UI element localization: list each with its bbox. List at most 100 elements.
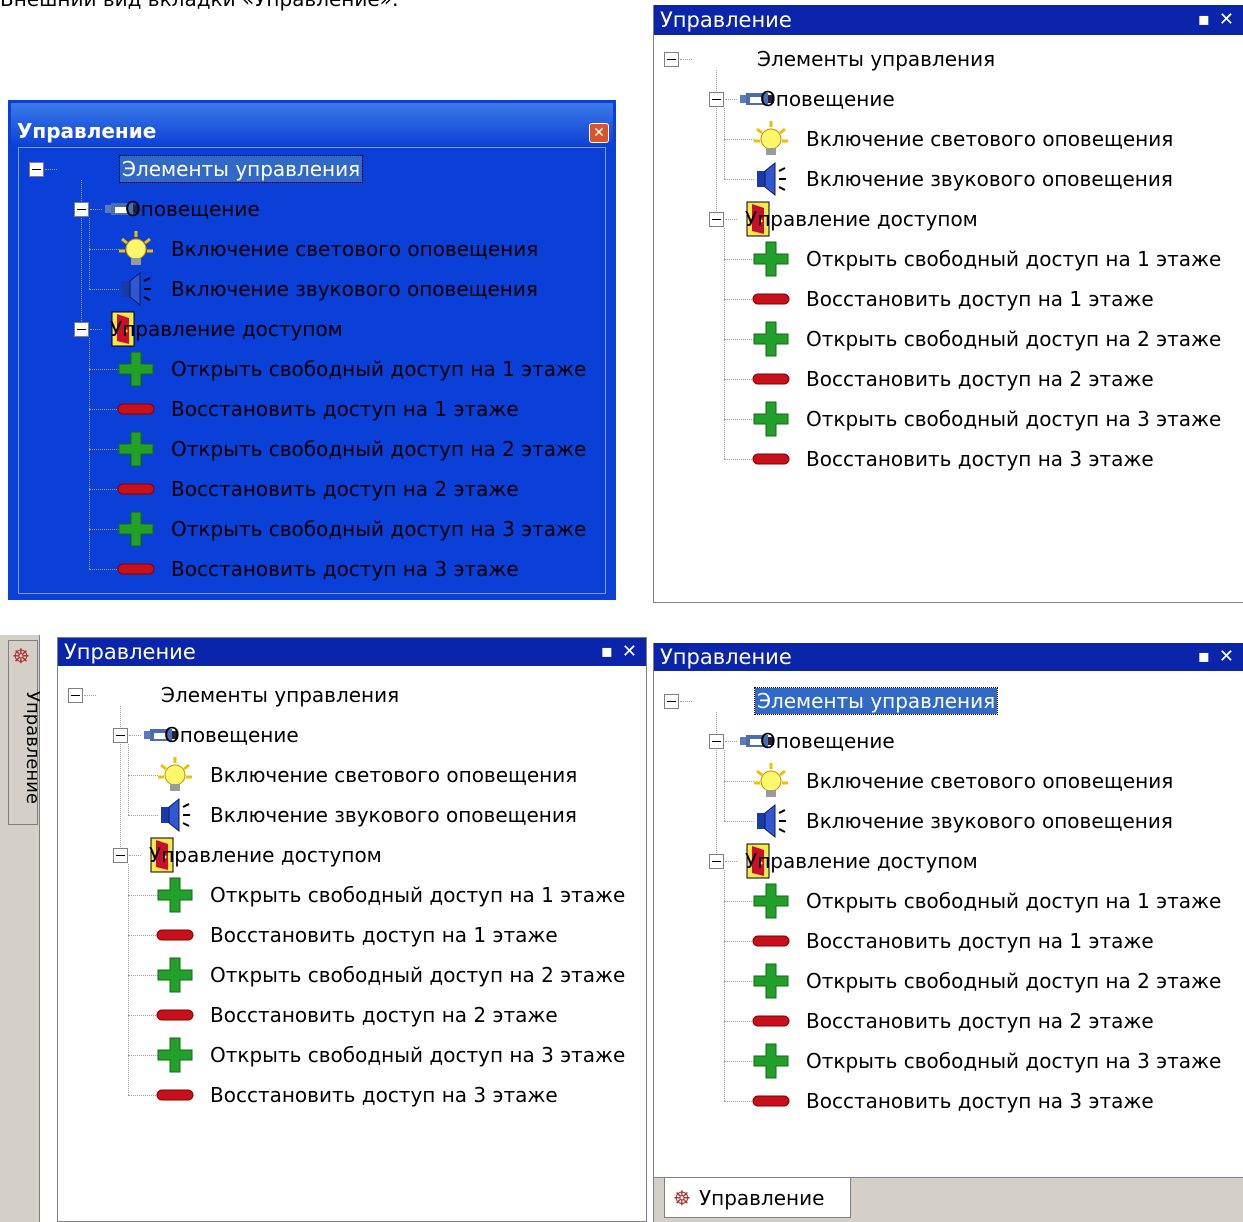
bottom-tab-strip: ☸ Управление [654, 1177, 1243, 1222]
pin-icon[interactable]: ▪ [601, 643, 613, 661]
expander-access_group[interactable] [113, 848, 128, 863]
tree-item-restore-3[interactable]: Восстановить доступ на 3 этаже [208, 1082, 560, 1108]
control-tree: Элементы управления Оповещение Включение с… [58, 674, 646, 1221]
title-bar[interactable]: Управление ▪ ✕ [654, 643, 1243, 671]
tree-line [724, 750, 725, 821]
control-tree: Элементы управления Оповещение Включение с… [18, 147, 606, 594]
tree-item-open-2[interactable]: Открыть свободный доступ на 2 этаже [169, 436, 588, 462]
tree-line [724, 228, 725, 459]
title-bar[interactable]: Управление ▪ ✕ [654, 5, 1243, 35]
tree-item-open-3[interactable]: Открыть свободный доступ на 3 этаже [208, 1042, 627, 1068]
tree-item-light-alert[interactable]: Включение светового оповещения [804, 768, 1175, 794]
close-icon[interactable]: ✕ [622, 643, 637, 661]
expander-alert_group[interactable] [709, 92, 724, 107]
bottom-tab-label: Управление [698, 1185, 825, 1210]
tree-item-access-group[interactable]: Управление доступом [743, 848, 980, 874]
tree-line [724, 870, 725, 1101]
title-bar[interactable]: Управление ✕ [11, 103, 613, 147]
tree-item-access-group[interactable]: Управление доступом [108, 316, 345, 342]
tree-item-open-1[interactable]: Открыть свободный доступ на 1 этаже [804, 246, 1223, 272]
tree-item-restore-2[interactable]: Восстановить доступ на 2 этаже [804, 366, 1156, 392]
tree-item-open-1[interactable]: Открыть свободный доступ на 1 этаже [208, 882, 627, 908]
expander-access_group[interactable] [709, 854, 724, 869]
tree-line [129, 855, 141, 856]
tree-item-restore-3[interactable]: Восстановить доступ на 3 этаже [804, 1088, 1156, 1114]
plus-icon [115, 429, 157, 469]
tree-item-restore-1[interactable]: Восстановить доступ на 1 этаже [169, 396, 521, 422]
minus-icon [750, 1001, 792, 1041]
plus-icon [750, 961, 792, 1001]
tree-item-sound-alert[interactable]: Включение звукового оповещения [208, 802, 579, 828]
tree-item-sound-alert[interactable]: Включение звукового оповещения [804, 808, 1175, 834]
tree-item-access-group[interactable]: Управление доступом [743, 206, 980, 232]
tree-item-restore-2[interactable]: Восстановить доступ на 2 этаже [804, 1008, 1156, 1034]
control-panel-docked: Управление ▪ ✕ Элементы управления Оповещ… [653, 5, 1243, 603]
pin-icon[interactable]: ▪ [1198, 648, 1210, 666]
tree-item-light-alert[interactable]: Включение светового оповещения [208, 762, 579, 788]
tree-line [725, 861, 737, 862]
tree-line [84, 695, 96, 696]
tree-item-restore-2[interactable]: Восстановить доступ на 2 этаже [169, 476, 521, 502]
tree-item-restore-1[interactable]: Восстановить доступ на 1 этаже [804, 928, 1156, 954]
expander-alert_group[interactable] [113, 728, 128, 743]
side-tab[interactable]: ☸ Управление [8, 640, 43, 825]
expander-root[interactable] [664, 52, 679, 67]
tree-item-access-group[interactable]: Управление доступом [147, 842, 384, 868]
tree-line [724, 108, 725, 179]
tree-item-light-alert[interactable]: Включение светового оповещения [169, 236, 540, 262]
tree-item-restore-1[interactable]: Восстановить доступ на 1 этаже [208, 922, 560, 948]
expander-root[interactable] [664, 694, 679, 709]
speaker-icon [750, 159, 792, 199]
tree-item-restore-3[interactable]: Восстановить доступ на 3 этаже [804, 446, 1156, 472]
tree-item-open-2[interactable]: Открыть свободный доступ на 2 этаже [804, 326, 1223, 352]
tree-item-restore-2[interactable]: Восстановить доступ на 2 этаже [208, 1002, 560, 1028]
tree-item-alert-group[interactable]: Оповещение [162, 722, 301, 748]
tree-item-alert-group[interactable]: Оповещение [758, 728, 897, 754]
tree-line [45, 169, 57, 170]
tree-line [680, 59, 692, 60]
tree-item-open-2[interactable]: Открыть свободный доступ на 2 этаже [208, 962, 627, 988]
tree-item-sound-alert[interactable]: Включение звукового оповещения [169, 276, 540, 302]
tree-line [128, 744, 129, 815]
tree-item-root[interactable]: Элементы управления [755, 46, 997, 72]
light-bulb-icon [154, 755, 196, 795]
expander-root[interactable] [29, 162, 44, 177]
minus-icon [154, 915, 196, 955]
close-icon[interactable]: ✕ [1219, 11, 1234, 29]
tree-line [725, 99, 737, 100]
tree-item-restore-1[interactable]: Восстановить доступ на 1 этаже [804, 286, 1156, 312]
tree-item-alert-group[interactable]: Оповещение [123, 196, 262, 222]
plus-icon [115, 509, 157, 549]
tree-item-open-3[interactable]: Открыть свободный доступ на 3 этаже [804, 406, 1223, 432]
expander-alert_group[interactable] [74, 202, 89, 217]
pin-icon[interactable]: ▪ [1198, 11, 1210, 29]
expander-alert_group[interactable] [709, 734, 724, 749]
bottom-tab[interactable]: ☸ Управление [664, 1178, 851, 1218]
tree-item-open-1[interactable]: Открыть свободный доступ на 1 этаже [804, 888, 1223, 914]
tree-item-sound-alert[interactable]: Включение звукового оповещения [804, 166, 1175, 192]
tree-item-open-3[interactable]: Открыть свободный доступ на 3 этаже [169, 516, 588, 542]
tree-item-open-3[interactable]: Открыть свободный доступ на 3 этаже [804, 1048, 1223, 1074]
expander-access_group[interactable] [74, 322, 89, 337]
title-bar[interactable]: Управление ▪ ✕ [58, 638, 646, 666]
minus-icon [154, 1075, 196, 1115]
expander-root[interactable] [68, 688, 83, 703]
expander-access_group[interactable] [709, 212, 724, 227]
tree-item-alert-group[interactable]: Оповещение [758, 86, 897, 112]
plus-icon [115, 349, 157, 389]
tree-item-root[interactable]: Элементы управления [159, 682, 401, 708]
minus-icon [750, 921, 792, 961]
plus-icon [750, 881, 792, 921]
tree-item-root[interactable]: Элементы управления [753, 687, 999, 715]
light-bulb-icon [750, 119, 792, 159]
close-button[interactable]: ✕ [589, 123, 609, 143]
tree-item-light-alert[interactable]: Включение светового оповещения [804, 126, 1175, 152]
tree-item-open-1[interactable]: Открыть свободный доступ на 1 этаже [169, 356, 588, 382]
tree-item-open-2[interactable]: Открыть свободный доступ на 2 этаже [804, 968, 1223, 994]
tree-item-restore-3[interactable]: Восстановить доступ на 3 этаже [169, 556, 521, 582]
plus-icon [154, 1035, 196, 1075]
light-bulb-icon [750, 761, 792, 801]
close-icon[interactable]: ✕ [1219, 648, 1234, 666]
tree-item-root[interactable]: Элементы управления [118, 155, 364, 183]
tree-line [90, 209, 102, 210]
